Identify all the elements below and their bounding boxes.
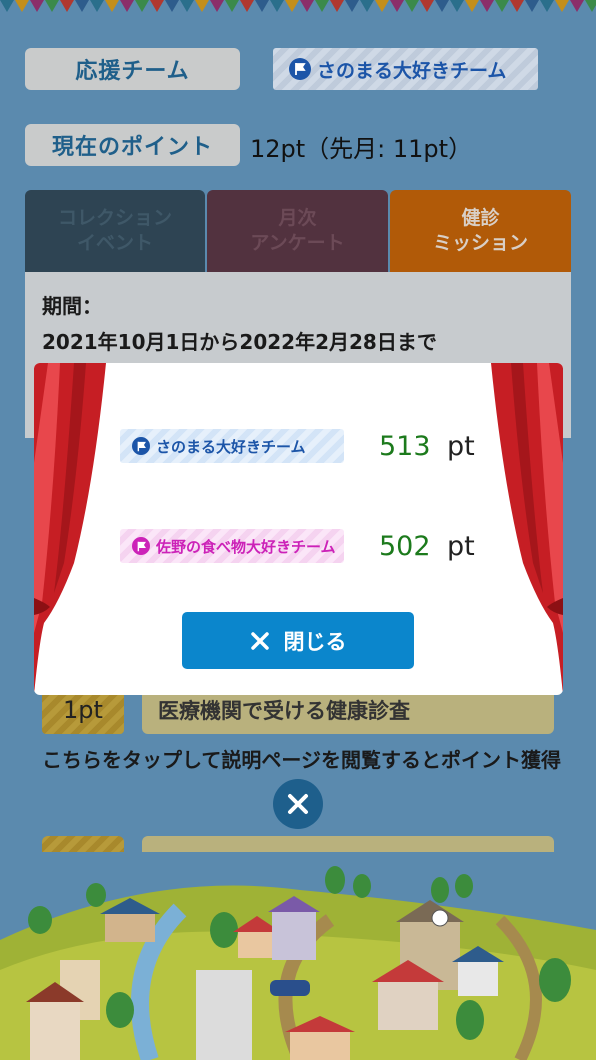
bunting-flag (135, 0, 149, 12)
flag-icon (132, 537, 150, 555)
close-circle-button[interactable] (273, 779, 323, 829)
bunting-flag (195, 0, 209, 12)
bunting-flag (480, 0, 494, 12)
bunting-flag (240, 0, 254, 12)
support-team-label: 応援チーム (25, 48, 240, 90)
bunting-flag (0, 0, 14, 12)
mission-description[interactable]: こちらをタップして説明ページを閲覧するとポイント獲得 (42, 744, 562, 776)
bunting-flag (270, 0, 284, 12)
ranking-modal: さのまる大好きチーム 513 pt 佐野の食べ物大好きチーム 502 pt 閉じ… (34, 363, 563, 695)
bunting-flag (525, 0, 539, 12)
ranking-team-1-score: 513 (379, 431, 431, 462)
bunting-flag (120, 0, 134, 12)
bunting-flag (435, 0, 449, 12)
ranking-team-1-name: さのまる大好きチーム (156, 437, 306, 456)
bunting-flag (300, 0, 314, 12)
bunting-flag (165, 0, 179, 12)
tab-monthly-survey[interactable]: 月次 アンケート (207, 190, 388, 272)
bunting-flag (45, 0, 59, 12)
close-icon (250, 631, 269, 650)
tab-label-line2: イベント (76, 232, 153, 254)
current-points-value: 12pt（先月: 11pt） (250, 135, 473, 163)
flag-icon (289, 58, 311, 80)
support-team-chip[interactable]: さのまる大好きチーム (273, 48, 538, 90)
period-text: 2021年10月1日から2022年2月28日まで (42, 330, 437, 354)
bunting-flag (150, 0, 164, 12)
period-label: 期間： (42, 294, 102, 318)
bunting-flag (75, 0, 89, 12)
bunting-flag (390, 0, 404, 12)
bunting-flag (285, 0, 299, 12)
bunting-flag (465, 0, 479, 12)
modal-close-button[interactable]: 閉じる (182, 612, 414, 669)
bunting-flag (105, 0, 119, 12)
bunting-flag (360, 0, 374, 12)
tab-label-line1: コレクション (57, 207, 172, 229)
bunting-flag (180, 0, 194, 12)
ranking-team-1-chip: さのまる大好きチーム (120, 429, 344, 463)
bunting-flag (555, 0, 569, 12)
tab-label-line2: ミッション (432, 232, 528, 254)
right-curtain (491, 363, 563, 695)
bunting-flag (450, 0, 464, 12)
bunting-flag (210, 0, 224, 12)
bunting-flag (510, 0, 524, 12)
bunting-flag (495, 0, 509, 12)
close-icon (288, 794, 308, 814)
bunting-flag (405, 0, 419, 12)
ranking-team-2-unit: pt (447, 531, 475, 562)
bunting-flag (60, 0, 74, 12)
current-points-label: 現在のポイント (25, 124, 240, 166)
bunting-flag (420, 0, 434, 12)
bunting-flag (585, 0, 596, 12)
tab-collection-event[interactable]: コレクション イベント (25, 190, 205, 272)
ranking-team-2-name: 佐野の食べ物大好きチーム (156, 537, 336, 556)
flag-icon (132, 437, 150, 455)
bunting-flag (315, 0, 329, 12)
bunting-flag (90, 0, 104, 12)
modal-close-label: 閉じる (283, 629, 347, 654)
ranking-team-2-score: 502 (379, 531, 431, 562)
bunting-flag (330, 0, 344, 12)
bunting-flag (225, 0, 239, 12)
support-team-name: さのまる大好きチーム (317, 59, 507, 82)
bunting-flag (255, 0, 269, 12)
bunting-flag (540, 0, 554, 12)
bunting-flag (345, 0, 359, 12)
bunting-decoration (0, 0, 596, 12)
ranking-team-2-chip: 佐野の食べ物大好きチーム (120, 529, 344, 563)
bunting-flag (30, 0, 44, 12)
tab-label-line1: 月次 (278, 207, 317, 229)
left-curtain (34, 363, 106, 695)
town-illustration (0, 866, 596, 1060)
ranking-team-1-unit: pt (447, 431, 475, 462)
tab-health-mission[interactable]: 健診 ミッション (390, 190, 571, 272)
tab-label-line2: アンケート (250, 232, 345, 254)
tab-label-line1: 健診 (461, 207, 500, 229)
bunting-flag (15, 0, 29, 12)
bunting-flag (570, 0, 584, 12)
bunting-flag (375, 0, 389, 12)
